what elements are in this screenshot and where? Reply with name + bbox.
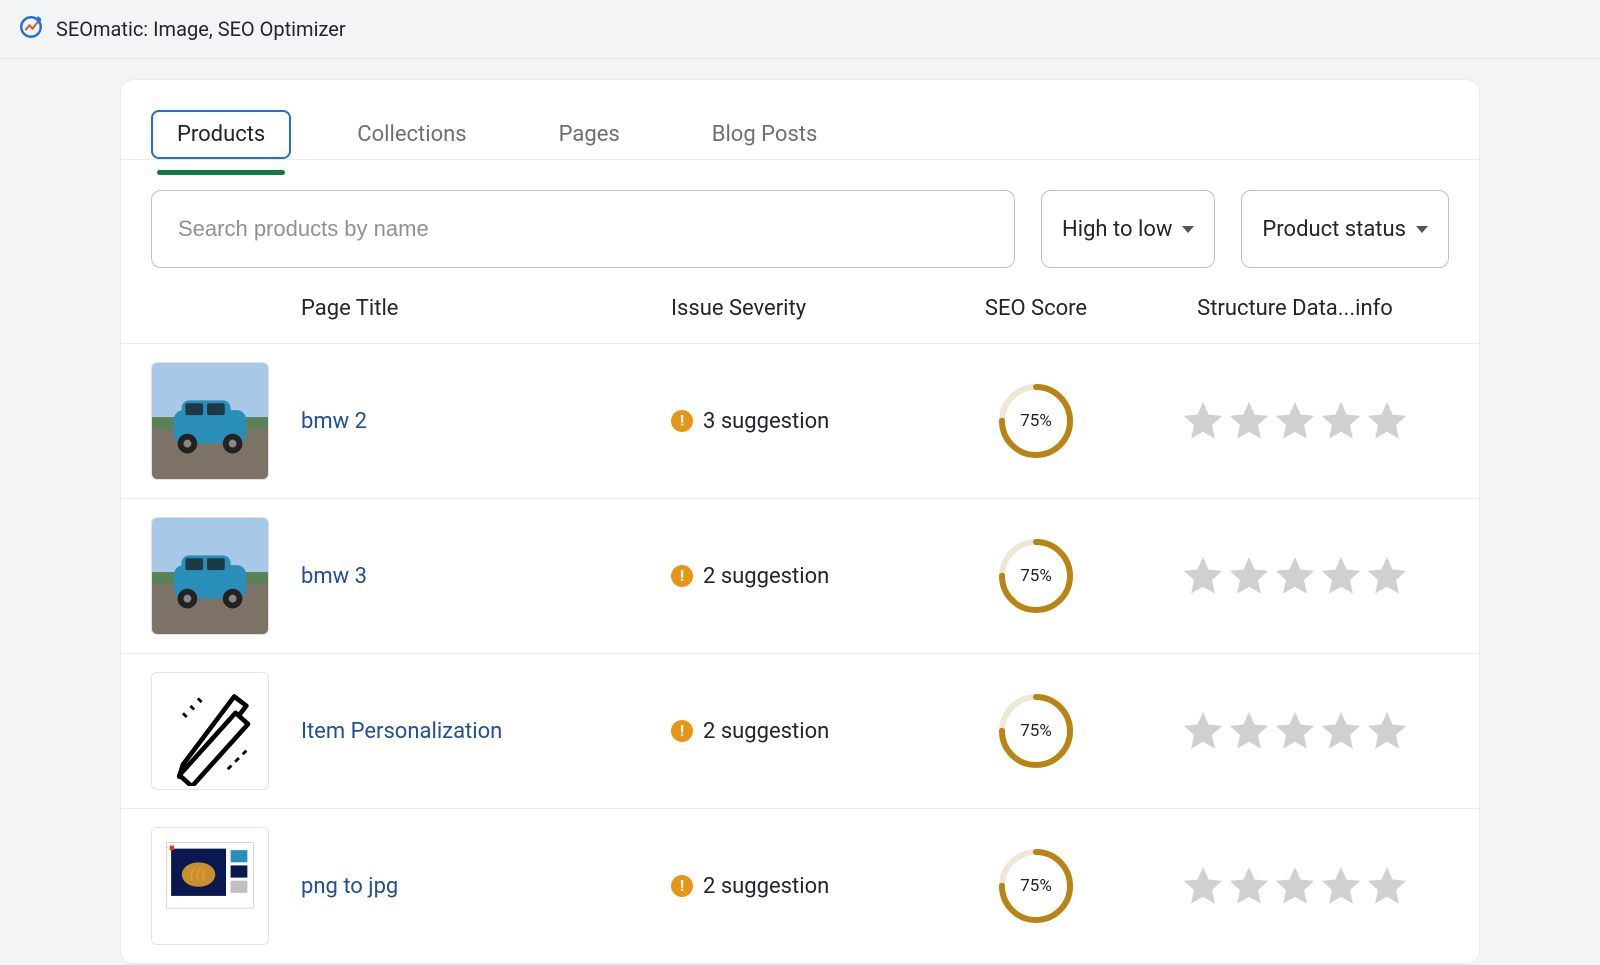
seo-score-ring: 75%	[997, 382, 1075, 460]
star-icon	[1318, 398, 1364, 444]
product-title-link[interactable]: bmw 2	[301, 409, 367, 434]
table-header: Page Title Issue Severity SEO Score Stru…	[121, 278, 1479, 344]
tab-collections[interactable]: Collections	[331, 110, 492, 159]
caret-down-icon	[1182, 226, 1194, 233]
issue-label: 2 suggestion	[703, 719, 829, 744]
col-page-title: Page Title	[301, 296, 671, 321]
star-icon	[1272, 398, 1318, 444]
issue-severity-cell: ! 3 suggestion	[671, 409, 931, 434]
issue-severity-cell: ! 2 suggestion	[671, 874, 931, 899]
rating-stars[interactable]	[1141, 398, 1449, 444]
seo-score-ring: 75%	[997, 847, 1075, 925]
star-icon	[1364, 863, 1410, 909]
star-icon	[1226, 708, 1272, 754]
app-logo-icon	[18, 14, 44, 44]
col-structure-data: Structure Data...info	[1141, 296, 1449, 321]
star-icon	[1226, 863, 1272, 909]
issue-label: 2 suggestion	[703, 564, 829, 589]
product-title-link[interactable]: png to jpg	[301, 874, 398, 899]
table-body: bmw 2 ! 3 suggestion 75%	[121, 344, 1479, 964]
status-filter-label: Product status	[1262, 217, 1406, 242]
col-seo-score: SEO Score	[931, 296, 1141, 321]
star-icon	[1180, 708, 1226, 754]
tab-pages[interactable]: Pages	[533, 110, 646, 159]
warning-icon: !	[671, 565, 693, 587]
warning-icon: !	[671, 720, 693, 742]
table-row: png to jpg ! 2 suggestion 75%	[121, 809, 1479, 964]
sort-dropdown[interactable]: High to low	[1041, 190, 1215, 268]
rating-stars[interactable]	[1141, 553, 1449, 599]
star-icon	[1226, 553, 1272, 599]
table-row: bmw 3 ! 2 suggestion 75%	[121, 499, 1479, 654]
tab-blog-posts[interactable]: Blog Posts	[686, 110, 844, 159]
star-icon	[1364, 398, 1410, 444]
rating-stars[interactable]	[1141, 863, 1449, 909]
issue-severity-cell: ! 2 suggestion	[671, 564, 931, 589]
app-title: SEOmatic: Image, SEO Optimizer	[56, 17, 346, 41]
controls-row: High to low Product status	[121, 160, 1479, 278]
table-row: Item Personalization ! 2 suggestion 75%	[121, 654, 1479, 809]
tab-products[interactable]: Products	[151, 110, 291, 159]
warning-icon: !	[671, 875, 693, 897]
product-thumbnail[interactable]	[151, 827, 269, 945]
issue-label: 3 suggestion	[703, 409, 829, 434]
star-icon	[1318, 863, 1364, 909]
main-panel: Products Collections Pages Blog Posts High …	[120, 79, 1480, 965]
star-icon	[1272, 708, 1318, 754]
search-input[interactable]	[151, 190, 1015, 268]
star-icon	[1180, 863, 1226, 909]
table-row: bmw 2 ! 3 suggestion 75%	[121, 344, 1479, 499]
star-icon	[1318, 553, 1364, 599]
product-title-link[interactable]: bmw 3	[301, 564, 367, 589]
product-thumbnail[interactable]	[151, 362, 269, 480]
product-title-link[interactable]: Item Personalization	[301, 719, 502, 744]
sort-label: High to low	[1062, 217, 1172, 242]
col-issue-severity: Issue Severity	[671, 296, 931, 321]
star-icon	[1272, 553, 1318, 599]
caret-down-icon	[1416, 226, 1428, 233]
issue-label: 2 suggestion	[703, 874, 829, 899]
star-icon	[1272, 863, 1318, 909]
star-icon	[1364, 708, 1410, 754]
star-icon	[1180, 398, 1226, 444]
tabs-bar: Products Collections Pages Blog Posts	[121, 80, 1479, 160]
product-thumbnail[interactable]	[151, 672, 269, 790]
star-icon	[1226, 398, 1272, 444]
star-icon	[1180, 553, 1226, 599]
star-icon	[1364, 553, 1410, 599]
app-header: SEOmatic: Image, SEO Optimizer	[0, 0, 1600, 59]
product-thumbnail[interactable]	[151, 517, 269, 635]
seo-score-ring: 75%	[997, 537, 1075, 615]
star-icon	[1318, 708, 1364, 754]
issue-severity-cell: ! 2 suggestion	[671, 719, 931, 744]
warning-icon: !	[671, 410, 693, 432]
seo-score-ring: 75%	[997, 692, 1075, 770]
status-dropdown[interactable]: Product status	[1241, 190, 1449, 268]
rating-stars[interactable]	[1141, 708, 1449, 754]
